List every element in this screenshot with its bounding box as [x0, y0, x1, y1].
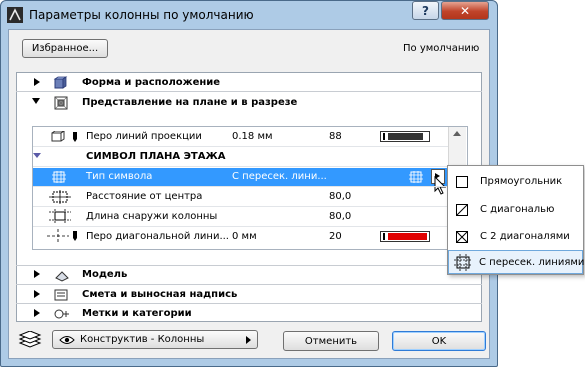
- row-name: Расстояние от центра: [86, 191, 203, 202]
- group-collapse-icon[interactable]: [33, 153, 41, 158]
- expand-arrow-icon[interactable]: [34, 290, 40, 298]
- layer-selector-button[interactable]: Конструктив - Колонны: [52, 330, 258, 349]
- current-symbol-icon[interactable]: [409, 171, 423, 183]
- dropdown-option-label: С диагональю: [480, 204, 555, 215]
- model-icon: [55, 271, 69, 282]
- expand-arrow-icon[interactable]: [34, 309, 40, 317]
- tags-icon: [54, 309, 69, 319]
- divider: [16, 265, 482, 266]
- estimate-icon: [54, 289, 68, 301]
- default-label: По умолчанию: [403, 43, 480, 54]
- row-number[interactable]: 80,0: [329, 191, 351, 202]
- layer-name: Конструктив - Колонны: [80, 334, 205, 345]
- layers-icon: [18, 331, 42, 348]
- rectangle-icon: [456, 176, 468, 188]
- window-title: Параметры колонны по умолчанию: [29, 8, 254, 22]
- pen-color-swatch[interactable]: [380, 231, 430, 242]
- outside-length-icon: [49, 209, 71, 223]
- dropdown-option-label: Прямоугольник: [480, 176, 563, 187]
- dropdown-option-crossing-lines[interactable]: С пересек. линиями: [448, 250, 585, 274]
- expand-arrow-icon[interactable]: [34, 270, 40, 278]
- row-divider: [33, 146, 448, 147]
- section-model-label[interactable]: Модель: [82, 269, 127, 280]
- ok-button[interactable]: OK: [392, 331, 486, 351]
- single-diagonal-icon: [456, 204, 468, 216]
- divider: [16, 303, 482, 304]
- archicad-app-icon: [7, 7, 23, 23]
- dropdown-option-double-diagonal[interactable]: С 2 диагоналями: [448, 224, 583, 249]
- expand-arrow-icon[interactable]: [34, 78, 40, 86]
- group-header-label: СИМВОЛ ПЛАНА ЭТАЖА: [86, 151, 226, 162]
- row-divider: [33, 226, 448, 227]
- collapse-arrow-icon[interactable]: [32, 98, 40, 104]
- row-divider: [33, 186, 448, 187]
- row-divider: [33, 206, 448, 207]
- section-tags-label[interactable]: Метки и категории: [82, 308, 192, 319]
- divider: [16, 284, 482, 285]
- section-form-label[interactable]: Форма и расположение: [82, 77, 220, 88]
- diagonal-pen-icon: [47, 229, 77, 243]
- row-number[interactable]: 80,0: [329, 211, 351, 222]
- row-name: Перо линий проекции: [86, 131, 202, 142]
- dropdown-option-rectangle[interactable]: Прямоугольник: [448, 169, 583, 194]
- divider: [16, 91, 482, 92]
- scroll-up-icon[interactable]: [453, 131, 461, 136]
- symbol-type-icon: [52, 171, 66, 183]
- center-distance-icon: [49, 190, 71, 204]
- row-number[interactable]: 20: [329, 231, 342, 242]
- column-shape-icon: [53, 76, 68, 89]
- row-divider: [33, 166, 448, 167]
- row-value[interactable]: 0 мм: [232, 231, 257, 242]
- section-plan-label[interactable]: Представление на плане и в разрезе: [82, 97, 297, 108]
- double-diagonal-icon: [456, 231, 468, 243]
- eye-icon: [59, 335, 75, 344]
- crossing-lines-icon: [454, 254, 472, 271]
- row-name: Тип символа: [86, 171, 153, 182]
- dropdown-option-label: С пересек. линиями: [479, 257, 585, 268]
- section-estimate-label[interactable]: Смета и выносная надпись: [82, 289, 237, 300]
- close-button[interactable]: ✕: [441, 1, 489, 20]
- floor-plan-icon: [54, 96, 68, 110]
- row-name: Перо диагональной лини...: [86, 231, 229, 242]
- row-value[interactable]: С пересек. лини...: [232, 171, 327, 182]
- row-value[interactable]: 0.18 мм: [232, 131, 273, 142]
- row-name: Длина снаружи колонны: [86, 211, 218, 222]
- dropdown-option-single-diagonal[interactable]: С диагональю: [448, 197, 583, 222]
- pen-color-swatch[interactable]: [380, 131, 430, 142]
- favorites-button[interactable]: Избранное...: [22, 39, 108, 58]
- projection-pen-icon: [51, 131, 77, 142]
- chevron-right-icon: [246, 336, 251, 344]
- row-number[interactable]: 88: [329, 131, 342, 142]
- dropdown-option-label: С 2 диагоналями: [480, 231, 570, 242]
- help-button[interactable]: ?: [412, 1, 439, 20]
- cancel-button[interactable]: Отменить: [283, 331, 379, 351]
